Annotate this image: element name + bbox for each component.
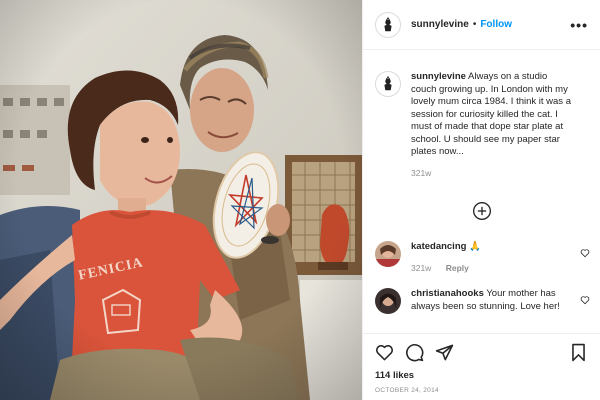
comment-text: 🙏 <box>469 241 481 252</box>
caption: sunnylevine Always on a studio couch gro… <box>363 51 600 179</box>
caption-body: sunnylevine Always on a studio couch gro… <box>411 71 588 179</box>
share-icon[interactable] <box>435 343 454 362</box>
star-logo-icon <box>384 75 392 91</box>
header-username[interactable]: sunnylevine <box>411 19 469 30</box>
caption-username[interactable]: sunnylevine <box>411 71 466 82</box>
comment-icon[interactable] <box>405 343 424 362</box>
add-comment-icon[interactable] <box>472 201 492 221</box>
comment-username[interactable]: katedancing <box>411 241 466 252</box>
heart-icon <box>580 296 590 305</box>
action-icons <box>375 340 588 364</box>
comments-list[interactable]: sunnylevine Always on a studio couch gro… <box>363 51 600 333</box>
follow-button[interactable]: Follow <box>480 19 512 30</box>
comment-body: katedancing 🙏 321w Reply <box>411 241 495 274</box>
caption-text: Always on a studio couch growing up. In … <box>411 71 571 157</box>
post-photo[interactable]: FENICIA <box>0 0 362 400</box>
post-details-panel: sunnylevine • Follow ••• sunnylevine Alw… <box>362 0 600 400</box>
avatar[interactable] <box>375 71 401 97</box>
photo-illustration <box>0 0 362 400</box>
separator-dot: • <box>472 19 477 30</box>
heart-icon <box>580 249 590 258</box>
post-header: sunnylevine • Follow ••• <box>363 0 600 50</box>
reply-button[interactable]: Reply <box>446 263 469 273</box>
comment-body: christianahooks Your mother has always b… <box>411 288 588 314</box>
more-icon[interactable]: ••• <box>570 17 588 33</box>
caption-time[interactable]: 321w <box>411 168 431 178</box>
comment-time[interactable]: 321w <box>411 263 431 273</box>
load-more-comments <box>363 201 600 221</box>
comment-like-button[interactable] <box>580 245 590 263</box>
avatar[interactable] <box>375 11 401 38</box>
profile-photo <box>375 288 401 314</box>
comment-like-button[interactable] <box>580 292 590 310</box>
comment-item: katedancing 🙏 321w Reply <box>363 241 600 274</box>
avatar[interactable] <box>375 288 401 314</box>
comment-item: christianahooks Your mother has always b… <box>363 288 600 314</box>
likes-count[interactable]: 114 likes <box>375 370 588 381</box>
comment-username[interactable]: christianahooks <box>411 288 484 299</box>
profile-photo <box>375 241 401 267</box>
save-icon[interactable] <box>569 343 588 362</box>
caption-meta: 321w <box>411 167 574 180</box>
star-logo-icon <box>384 16 392 31</box>
action-bar: 114 likes OCTOBER 24, 2014 <box>363 333 600 400</box>
heart-icon[interactable] <box>375 343 394 362</box>
comment-meta: 321w Reply <box>411 262 481 275</box>
post-date[interactable]: OCTOBER 24, 2014 <box>375 387 588 394</box>
avatar[interactable] <box>375 241 401 267</box>
